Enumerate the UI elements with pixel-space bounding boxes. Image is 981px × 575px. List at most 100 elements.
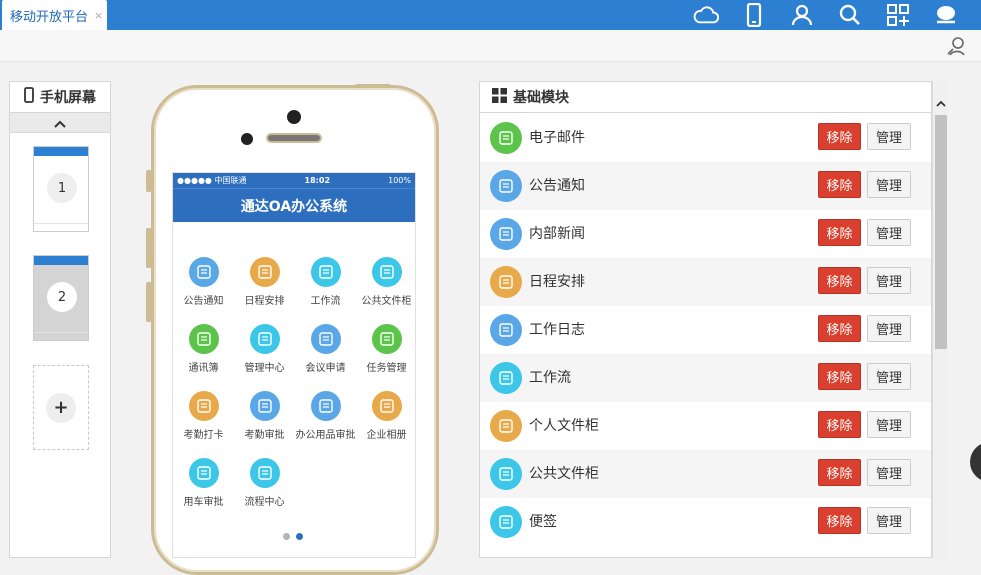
- app-tile[interactable]: 任务管理: [356, 324, 417, 384]
- remove-button[interactable]: 移除: [818, 219, 861, 246]
- app-tile-label: 流程中心: [244, 497, 285, 508]
- app-tile[interactable]: 用车审批: [173, 458, 234, 518]
- screens-scroll-up-button[interactable]: [10, 113, 110, 133]
- manage-button[interactable]: 管理: [867, 171, 911, 198]
- user-search-icon[interactable]: [947, 36, 967, 56]
- tab-label: 移动开放平台: [10, 9, 89, 25]
- cloud-icon[interactable]: [693, 2, 719, 28]
- module-row: 工作流 移除 管理: [480, 354, 931, 402]
- app-tile-icon: [188, 391, 219, 421]
- megaphone-icon: [490, 170, 522, 202]
- manage-button[interactable]: 管理: [867, 363, 911, 390]
- module-row: 公告通知 移除 管理: [480, 162, 931, 210]
- manage-button[interactable]: 管理: [867, 315, 911, 342]
- search-icon[interactable]: [837, 2, 863, 28]
- phone-screens-panel: 手机屏幕 1 2 +: [9, 81, 111, 558]
- phone-front-camera: [287, 110, 301, 124]
- scroll-up-button[interactable]: [933, 95, 949, 111]
- module-row: 日程安排 移除 管理: [480, 258, 931, 306]
- app-tile[interactable]: 通讯簿: [173, 324, 234, 384]
- app-tile[interactable]: 流程中心: [234, 458, 295, 518]
- mobile-icon[interactable]: [741, 2, 767, 28]
- remove-button[interactable]: 移除: [818, 123, 861, 150]
- mail-icon: [490, 122, 522, 154]
- modules-scrollbar[interactable]: [932, 81, 948, 558]
- page-dot[interactable]: [283, 533, 290, 540]
- app-tile[interactable]: 公共文件柜: [356, 257, 417, 317]
- module-row: 工作日志 移除 管理: [480, 306, 931, 354]
- screen-thumbnail-1[interactable]: 1: [33, 146, 89, 232]
- page-dot[interactable]: [296, 533, 303, 540]
- remove-button[interactable]: 移除: [818, 267, 861, 294]
- chevron-up-icon: [54, 113, 66, 132]
- app-tile[interactable]: 考勤审批: [234, 391, 295, 451]
- phone-status-bar: ●●●●● 中国联通 18:02 100%: [173, 173, 415, 188]
- app-tile[interactable]: 管理中心: [234, 324, 295, 384]
- screen-number: 1: [47, 173, 77, 203]
- app-tile-icon: [188, 324, 219, 354]
- user-icon[interactable]: [789, 2, 815, 28]
- module-name: 内部新闻: [529, 226, 585, 242]
- app-tile-icon: [249, 324, 280, 354]
- manage-button[interactable]: 管理: [867, 267, 911, 294]
- app-tile-icon: [310, 257, 341, 287]
- battery-text: 100%: [388, 176, 411, 185]
- page-indicator: [283, 533, 303, 540]
- module-name: 便签: [529, 514, 557, 530]
- remove-button[interactable]: 移除: [818, 459, 861, 486]
- app-tile-icon: [188, 458, 219, 488]
- app-tile-label: 用车审批: [183, 497, 224, 508]
- add-screen-button[interactable]: +: [46, 392, 76, 423]
- remove-button[interactable]: 移除: [818, 411, 861, 438]
- app-tile[interactable]: 公告通知: [173, 257, 234, 317]
- app-tile-icon: [310, 391, 341, 421]
- module-name: 电子邮件: [529, 130, 585, 146]
- mobile-icon: [24, 87, 34, 107]
- screens-panel-header: 手机屏幕: [10, 82, 110, 113]
- app-tile-icon: [188, 257, 219, 287]
- module-name: 日程安排: [529, 274, 585, 290]
- app-tile[interactable]: 企业相册: [356, 391, 417, 451]
- apps-icon[interactable]: [885, 2, 911, 28]
- phone-screen: ●●●●● 中国联通 18:02 100% 通达OA办公系统 公告通知 日程安排 工…: [172, 172, 416, 558]
- base-modules-panel: 基础模块 电子邮件 移除 管理 公告通知 移除 管理 内部新闻 移除 管理 日程…: [479, 81, 932, 558]
- remove-button[interactable]: 移除: [818, 363, 861, 390]
- modules-panel-title: 基础模块: [513, 90, 569, 106]
- app-tile[interactable]: 考勤打卡: [173, 391, 234, 451]
- chat-icon[interactable]: [933, 2, 959, 28]
- app-tile-icon: [249, 391, 280, 421]
- remove-button[interactable]: 移除: [818, 171, 861, 198]
- manage-button[interactable]: 管理: [867, 219, 911, 246]
- module-name: 公告通知: [529, 178, 585, 194]
- scrollbar-thumb[interactable]: [935, 115, 947, 349]
- modules-panel-header: 基础模块: [480, 82, 931, 113]
- app-tile-label: 通讯簿: [188, 363, 219, 374]
- floating-side-button[interactable]: [970, 442, 981, 482]
- app-tile-label: 会议申请: [305, 363, 346, 374]
- remove-button[interactable]: 移除: [818, 315, 861, 342]
- phone-sensor: [241, 133, 253, 145]
- phone-speaker: [266, 133, 322, 143]
- note-icon: [490, 506, 522, 538]
- module-row: 电子邮件 移除 管理: [480, 114, 931, 162]
- app-tile-icon: [371, 324, 402, 354]
- manage-button[interactable]: 管理: [867, 123, 911, 150]
- manage-button[interactable]: 管理: [867, 507, 911, 534]
- tab-mobile-platform[interactable]: 移动开放平台 ×: [2, 0, 107, 30]
- tab-close-icon[interactable]: ×: [94, 9, 103, 22]
- manage-button[interactable]: 管理: [867, 459, 911, 486]
- cabinet-icon: [490, 458, 522, 490]
- module-name: 个人文件柜: [529, 418, 599, 434]
- module-row: 内部新闻 移除 管理: [480, 210, 931, 258]
- screen-thumbnail-2[interactable]: 2: [33, 255, 89, 341]
- app-tile[interactable]: 工作流: [295, 257, 356, 317]
- remove-button[interactable]: 移除: [818, 507, 861, 534]
- carrier-text: ●●●●● 中国联通: [177, 176, 247, 185]
- module-name: 工作日志: [529, 322, 585, 338]
- app-tile[interactable]: 办公用品审批: [295, 391, 356, 451]
- app-tile[interactable]: 日程安排: [234, 257, 295, 317]
- module-row: 便签 移除 管理: [480, 498, 931, 546]
- manage-button[interactable]: 管理: [867, 411, 911, 438]
- app-tile[interactable]: 会议申请: [295, 324, 356, 384]
- add-screen-slot[interactable]: +: [33, 365, 89, 450]
